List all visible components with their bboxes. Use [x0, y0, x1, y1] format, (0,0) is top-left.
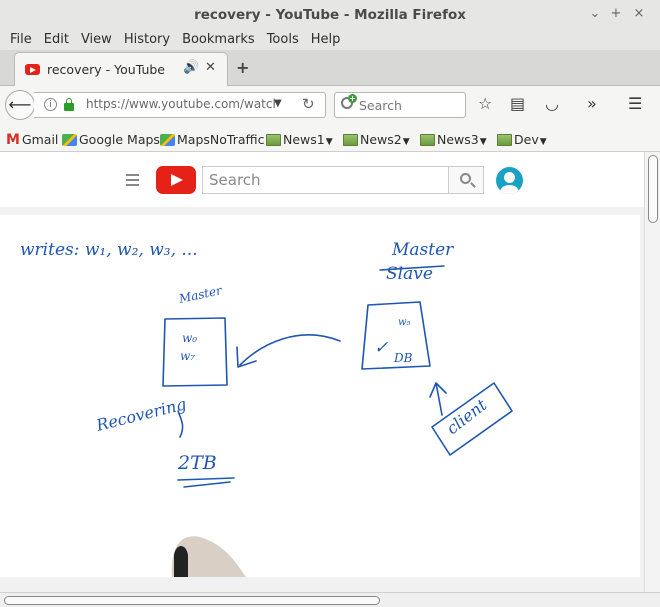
window-title: recovery - YouTube - Mozilla Firefox	[194, 7, 466, 23]
maps-icon	[62, 134, 77, 146]
dropdown-icon: ▼	[479, 137, 487, 147]
bookmark-label: News3	[437, 132, 479, 147]
storage-underline-2	[183, 481, 231, 488]
folder-icon	[497, 134, 512, 146]
folder-icon	[420, 134, 435, 146]
box-right-check: ✓	[374, 338, 388, 358]
whiteboard-drawing: writes: w₁, w₂, w₃, ... Master w₀ w₇ Rec…	[20, 240, 513, 577]
guide-menu-icon[interactable]	[126, 174, 139, 189]
window-titlebar: recovery - YouTube - Mozilla Firefox ⌄ +…	[0, 0, 660, 30]
menu-bookmarks[interactable]: Bookmarks	[176, 30, 261, 50]
storage-underline	[177, 477, 235, 481]
menu-history[interactable]: History	[118, 30, 176, 50]
bookmark-label: News1	[283, 132, 325, 147]
youtube-search-input[interactable]: Search	[202, 166, 449, 194]
youtube-favicon-icon	[25, 64, 40, 75]
minimize-icon[interactable]: ⌄	[586, 6, 604, 21]
client-arrow	[429, 382, 447, 416]
bookmark-folder-dev[interactable]: Dev▼	[497, 132, 547, 147]
vertical-scrollbar[interactable]	[644, 152, 660, 592]
scrollbar-thumb[interactable]	[4, 596, 380, 605]
youtube-search-placeholder: Search	[209, 171, 261, 189]
navigation-toolbar: ⟵ i https://www.youtube.com/watch? ▼ ↻ +…	[0, 86, 660, 126]
reload-icon[interactable]: ↻	[302, 95, 315, 113]
url-bar[interactable]: i https://www.youtube.com/watch? ▼ ↻	[34, 92, 326, 118]
bookmark-label: MapsNoTraffic	[177, 132, 265, 147]
bookmarks-toolbar: M Gmail Google Maps MapsNoTraffic News1▼ …	[0, 126, 660, 152]
dropdown-icon: ▼	[402, 137, 410, 147]
bookmark-label: Gmail	[21, 132, 59, 147]
url-text[interactable]: https://www.youtube.com/watch?	[86, 97, 276, 111]
bookmark-label: Dev	[514, 132, 539, 147]
speaker-icon[interactable]: 🔊	[183, 60, 199, 75]
avatar[interactable]	[496, 167, 523, 194]
search-placeholder: Search	[359, 98, 402, 113]
youtube-logo[interactable]	[156, 166, 196, 194]
bookmark-google-maps[interactable]: Google Maps	[62, 132, 160, 147]
bookmark-label: Google Maps	[79, 132, 160, 147]
recovering-label: Recovering	[93, 394, 188, 435]
gmail-icon: M	[6, 132, 20, 148]
writes-note: writes: w₁, w₂, w₃, ...	[20, 240, 198, 260]
tab-recovery-youtube[interactable]: recovery - YouTube 🔊 ✕	[14, 52, 228, 87]
box-right-mark: DB	[393, 351, 413, 365]
bookmark-label: News2	[360, 132, 402, 147]
folder-icon	[343, 134, 358, 146]
search-icon	[460, 173, 471, 184]
youtube-header: Search	[0, 152, 644, 207]
maps-icon	[160, 134, 175, 146]
new-tab-button[interactable]: +	[236, 58, 249, 77]
info-icon[interactable]: i	[44, 98, 57, 111]
close-window-icon[interactable]: ×	[630, 6, 648, 21]
arrow-curve	[239, 334, 341, 366]
folder-icon	[266, 134, 281, 146]
close-tab-icon[interactable]: ✕	[205, 60, 216, 75]
bookmark-gmail[interactable]: M Gmail	[6, 132, 58, 148]
pocket-icon[interactable]: ◡	[545, 94, 559, 113]
video-player[interactable]: writes: w₁, w₂, w₃, ... Master w₀ w₇ Rec…	[0, 215, 640, 577]
back-arrow-icon: ⟵	[8, 95, 32, 114]
reading-list-icon[interactable]: ▤	[510, 94, 525, 113]
page-viewport: Search writes: w₁, w₂, w₃, ... Master w₀…	[0, 152, 660, 592]
overflow-chevron-icon[interactable]: »	[587, 94, 597, 113]
tab-strip: recovery - YouTube 🔊 ✕ +	[0, 50, 660, 87]
add-search-engine-icon: +	[348, 94, 357, 103]
bookmark-folder-news3[interactable]: News3▼	[420, 132, 487, 147]
menu-tools[interactable]: Tools	[261, 30, 305, 50]
marker-pen	[174, 546, 188, 577]
lock-icon[interactable]	[64, 98, 74, 111]
box-left-line1: w₀	[182, 331, 197, 345]
scrollbar-thumb[interactable]	[648, 155, 658, 223]
url-dropdown-icon[interactable]: ▼	[274, 98, 282, 109]
master-right-label: Master	[391, 240, 454, 260]
bookmark-folder-news1[interactable]: News1▼	[266, 132, 333, 147]
menu-edit[interactable]: Edit	[38, 30, 75, 50]
master-left-label: Master	[177, 283, 224, 306]
menu-help[interactable]: Help	[305, 30, 347, 50]
menu-file[interactable]: File	[4, 30, 38, 50]
arrow-head	[236, 346, 257, 368]
box-left-line2: w₇	[180, 349, 195, 363]
dropdown-icon: ▼	[325, 137, 333, 147]
hamburger-menu-icon[interactable]: ☰	[628, 94, 642, 113]
menu-view[interactable]: View	[75, 30, 118, 50]
box-right-line1: w₅	[398, 317, 411, 328]
bookmark-star-icon[interactable]: ☆	[478, 94, 492, 113]
storage-label: 2TB	[177, 452, 217, 474]
bookmark-mapsnotraffic[interactable]: MapsNoTraffic	[160, 132, 264, 147]
back-button[interactable]: ⟵	[5, 90, 35, 120]
bookmark-folder-news2[interactable]: News2▼	[343, 132, 410, 147]
youtube-search-button[interactable]	[448, 166, 484, 194]
horizontal-scrollbar[interactable]	[0, 592, 660, 607]
maximize-icon[interactable]: +	[607, 6, 625, 21]
menu-bar: File Edit View History Bookmarks Tools H…	[0, 30, 660, 50]
browser-search-input[interactable]: + Search	[334, 92, 466, 118]
dropdown-icon: ▼	[539, 137, 547, 147]
tab-label: recovery - YouTube	[47, 62, 165, 77]
